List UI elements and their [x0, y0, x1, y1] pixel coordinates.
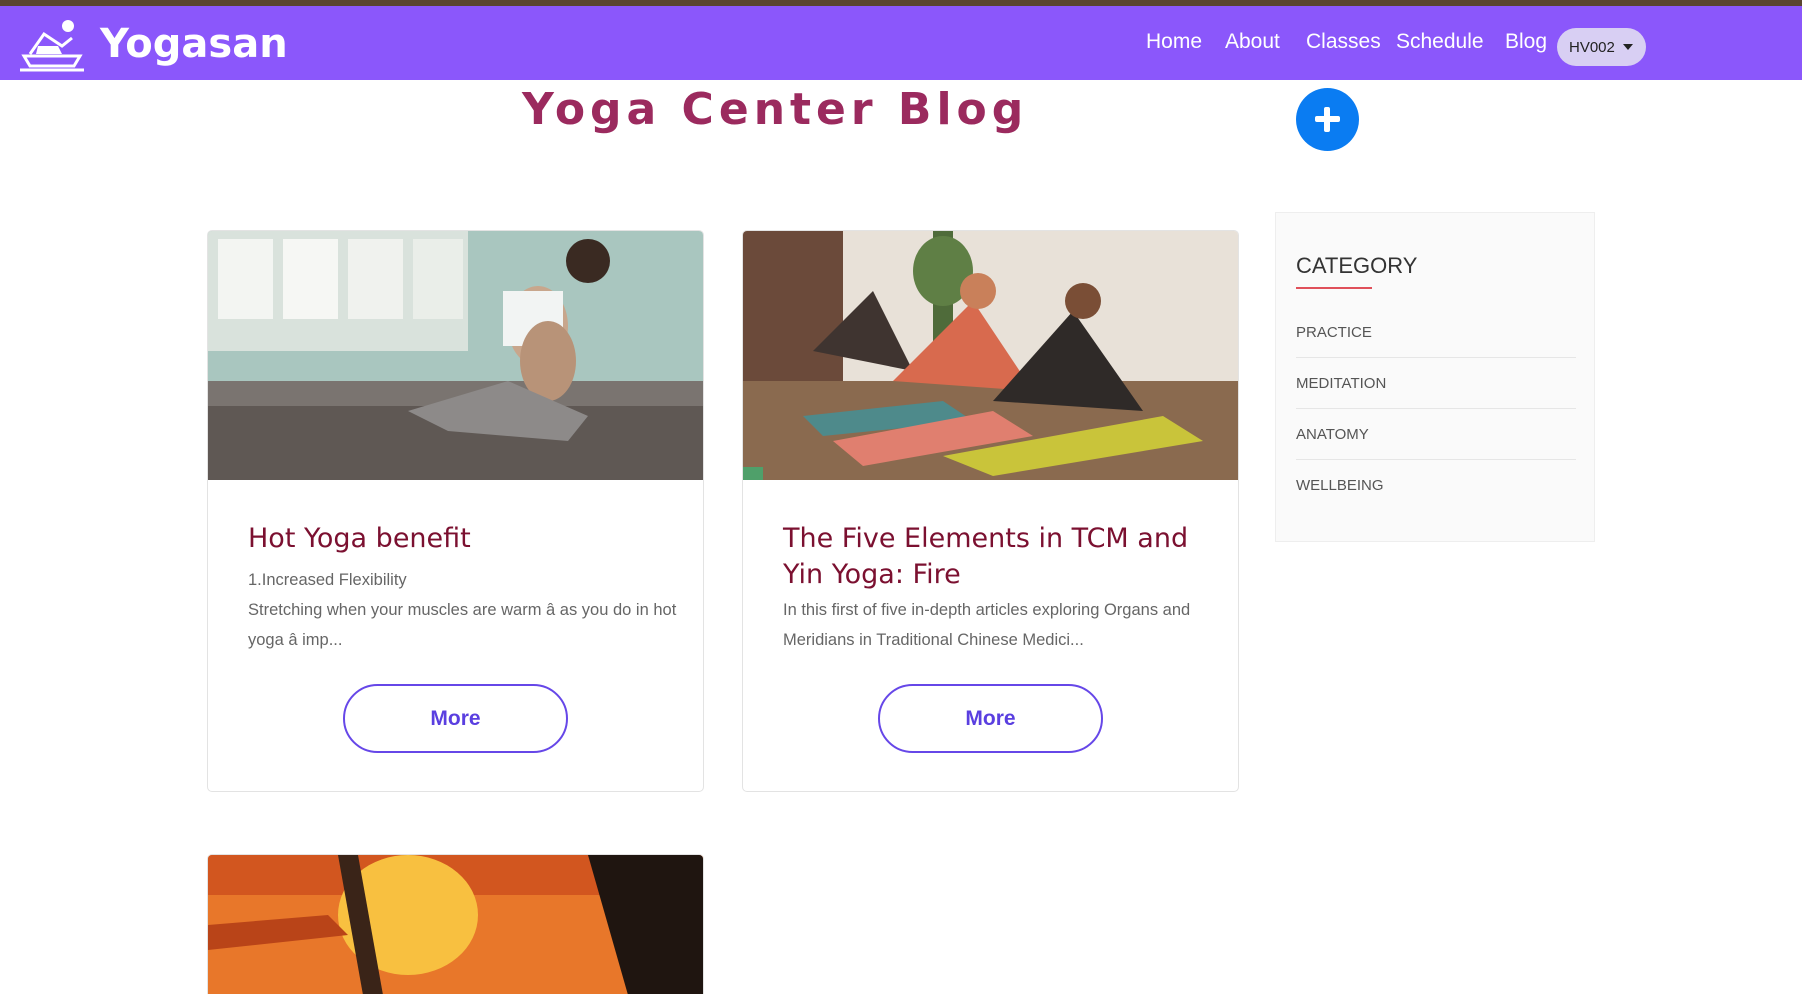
- blog-card: The Five Elements in TCM and Yin Yoga: F…: [742, 230, 1239, 792]
- nav-schedule[interactable]: Schedule: [1396, 30, 1484, 54]
- category-meditation[interactable]: MEDITATION: [1296, 358, 1576, 409]
- sidebar-heading: CATEGORY: [1296, 253, 1418, 278]
- post-title[interactable]: Hot Yoga benefit: [248, 521, 668, 557]
- heading-underline: [1296, 287, 1372, 289]
- blog-card: [207, 854, 704, 994]
- category-wellbeing[interactable]: WELLBEING: [1296, 460, 1576, 511]
- category-sidebar: CATEGORY PRACTICE MEDITATION ANATOMY WEL…: [1275, 212, 1595, 542]
- nav-classes[interactable]: Classes: [1306, 30, 1381, 54]
- caret-down-icon: [1622, 44, 1633, 50]
- category-anatomy[interactable]: ANATOMY: [1296, 409, 1576, 460]
- add-post-button[interactable]: [1296, 88, 1359, 151]
- post-excerpt: In this first of five in-depth articles …: [783, 601, 1191, 649]
- user-dropdown[interactable]: HV002: [1557, 28, 1646, 66]
- user-name: HV002: [1569, 38, 1615, 56]
- blog-card: Hot Yoga benefit 1.Increased Flexibility…: [207, 230, 704, 792]
- nav-about[interactable]: About: [1225, 30, 1280, 54]
- nav-blog[interactable]: Blog: [1505, 30, 1547, 54]
- navbar: Yogasan Home About Classes Schedule Blog…: [0, 6, 1802, 80]
- page-title: Yoga Center Blog: [522, 84, 1029, 135]
- post-excerpt: 1.Increased Flexibility Stretching when …: [248, 565, 678, 655]
- category-practice[interactable]: PRACTICE: [1296, 307, 1576, 358]
- nav-links: Home About Classes Schedule Blog HV002: [0, 6, 1802, 80]
- post-excerpt-line1: 1.Increased Flexibility: [248, 571, 407, 589]
- post-title[interactable]: The Five Elements in TCM and Yin Yoga: F…: [783, 521, 1203, 593]
- more-button[interactable]: More: [343, 684, 568, 753]
- nav-home[interactable]: Home: [1146, 30, 1202, 54]
- more-button[interactable]: More: [878, 684, 1103, 753]
- post-excerpt-line2: Stretching when your muscles are warm â …: [248, 601, 677, 649]
- hot-yoga-image: [208, 231, 703, 480]
- group-yoga-image: [743, 231, 1238, 480]
- sunset-image: [208, 855, 703, 994]
